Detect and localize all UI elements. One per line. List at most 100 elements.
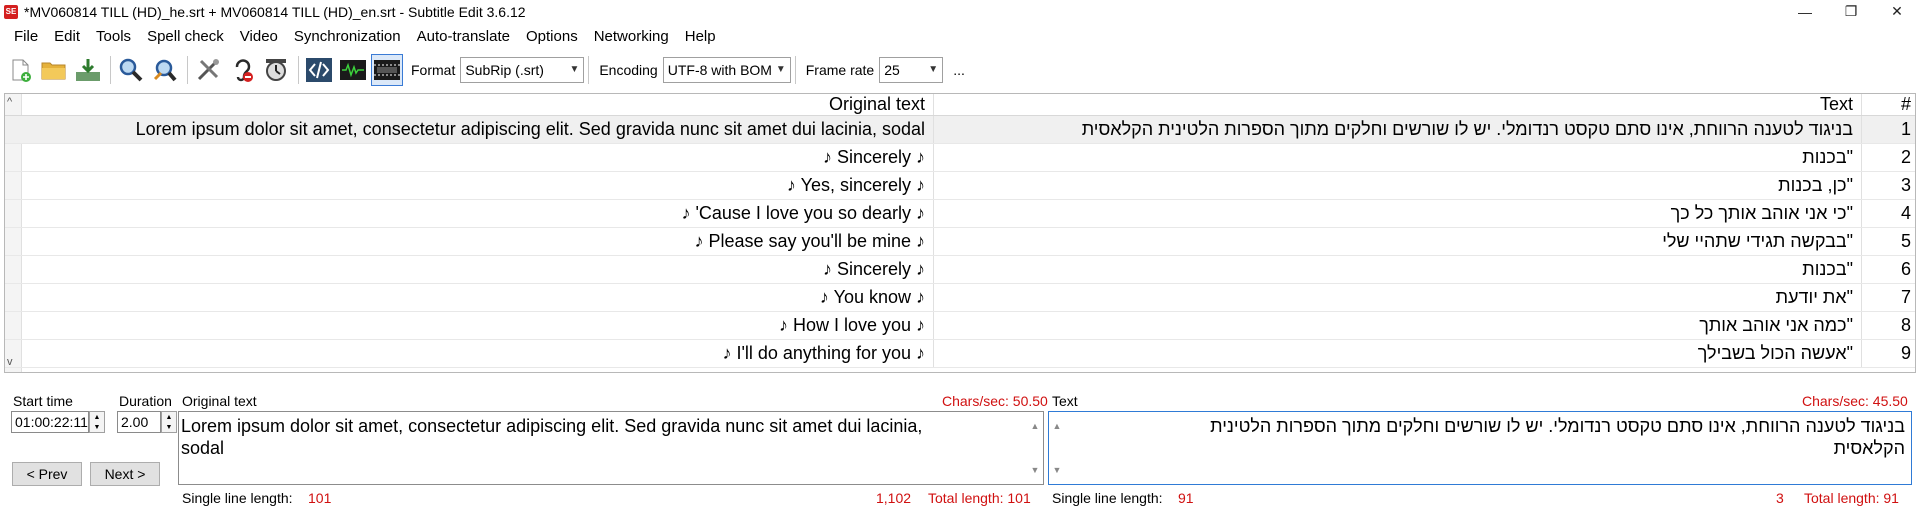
scroll-down-icon[interactable]: ▼	[1053, 459, 1062, 481]
toolbar-overflow-button[interactable]: ...	[953, 62, 965, 78]
chevron-down-icon: ▼	[569, 64, 580, 75]
original-single-line-value: 101	[308, 490, 332, 506]
text-single-line-value: 91	[1178, 490, 1194, 506]
row-text: "אעשה הכול בשבילך	[933, 340, 1859, 367]
toolbar-separator	[187, 56, 188, 84]
original-text-scrollbar[interactable]: ▲ ▼	[1027, 412, 1043, 484]
menu-help[interactable]: Help	[677, 28, 724, 45]
table-row[interactable]: ♪ I'll do anything for you ♪ "אעשה הכול ב…	[5, 340, 1915, 368]
start-time-label: Start time	[13, 393, 73, 409]
frame-rate-select[interactable]: 25 ▼	[879, 57, 944, 83]
menu-networking[interactable]: Networking	[586, 28, 677, 45]
table-row[interactable]: ♪ You know ♪ "את יודעת 7	[5, 284, 1915, 312]
table-row[interactable]: ♪ Sincerely ♪ "בכנות 2	[5, 144, 1915, 172]
waveform-icon[interactable]	[337, 54, 369, 86]
menu-auto-translate[interactable]: Auto-translate	[409, 28, 518, 45]
menu-bar: File Edit Tools Spell check Video Synchr…	[0, 25, 724, 47]
row-original-text: ♪ Yes, sincerely ♪	[786, 175, 925, 195]
original-line-lengths: 1,102	[876, 490, 912, 506]
prev-button[interactable]: < Prev	[12, 462, 82, 486]
text-line: בניגוד לטענה הרווחת, אינו סתם טקסט רנדומ…	[1210, 416, 1905, 436]
new-file-icon[interactable]	[4, 54, 36, 86]
row-number: 9	[1861, 340, 1915, 367]
start-time-stepper[interactable]: ▲ ▼	[89, 411, 105, 433]
scroll-down-icon[interactable]: ▼	[1031, 459, 1040, 481]
close-button[interactable]: ✕	[1874, 0, 1920, 23]
video-player-icon[interactable]	[371, 54, 403, 86]
row-text: "בכנות	[933, 256, 1859, 283]
toolbar-separator	[588, 56, 590, 84]
table-row[interactable]: ♪ 'Cause I love you so dearly ♪ "כי אני א…	[5, 200, 1915, 228]
encoding-label: Encoding	[599, 62, 658, 78]
table-row[interactable]: ♪ How I love you ♪ "כמה אני אוהב אותך 8	[5, 312, 1915, 340]
menu-spell-check[interactable]: Spell check	[139, 28, 232, 45]
toolbar-separator	[110, 56, 111, 84]
start-time-input[interactable]: 01:00:22:11	[11, 411, 89, 433]
minimize-button[interactable]: —	[1782, 0, 1828, 23]
toolbar-separator	[794, 56, 796, 84]
menu-tools[interactable]: Tools	[88, 28, 139, 45]
find-icon[interactable]	[115, 54, 147, 86]
duration-input[interactable]: 2.00	[117, 411, 161, 433]
save-download-icon[interactable]	[72, 54, 104, 86]
row-text: "את יודעת	[933, 284, 1859, 311]
list-header: Original text Text #	[5, 94, 1915, 116]
source-view-icon[interactable]	[303, 54, 335, 86]
row-number: 3	[1861, 172, 1915, 199]
row-original-text: ♪ How I love you ♪	[778, 315, 925, 335]
text-scrollbar[interactable]: ▲ ▼	[1049, 412, 1065, 484]
column-header-number[interactable]: #	[1861, 94, 1915, 115]
format-value: SubRip (.srt)	[465, 62, 544, 78]
duration-label: Duration	[119, 393, 172, 409]
table-row[interactable]: ♪ Sincerely ♪ "בכנות 6	[5, 256, 1915, 284]
menu-synchronization[interactable]: Synchronization	[286, 28, 409, 45]
replace-icon[interactable]	[149, 54, 181, 86]
toolbar-separator	[298, 56, 299, 84]
up-arrow-icon[interactable]: ▲	[94, 414, 101, 421]
duration-stepper[interactable]: ▲ ▼	[161, 411, 177, 433]
row-text: "כן, בכנות	[933, 172, 1859, 199]
scroll-up-icon[interactable]: ▲	[1053, 415, 1062, 437]
original-text-editor[interactable]: Lorem ipsum dolor sit amet, consectetur …	[178, 411, 1044, 485]
text-chars-per-sec: Chars/sec: 45.50	[1802, 393, 1908, 409]
fix-common-errors-icon[interactable]	[192, 54, 224, 86]
frame-rate-label: Frame rate	[805, 62, 875, 78]
app-logo-icon: SE	[4, 4, 18, 19]
menu-video[interactable]: Video	[232, 28, 286, 45]
frame-rate-value: 25	[884, 62, 900, 78]
row-number: 2	[1861, 144, 1915, 171]
row-number: 8	[1861, 312, 1915, 339]
menu-edit[interactable]: Edit	[46, 28, 88, 45]
down-arrow-icon[interactable]: ▼	[166, 424, 173, 431]
visual-sync-icon[interactable]	[260, 54, 292, 86]
format-select[interactable]: SubRip (.srt) ▼	[460, 57, 585, 83]
menu-options[interactable]: Options	[518, 28, 586, 45]
table-row[interactable]: ♪ Yes, sincerely ♪ "כן, בכנות 3	[5, 172, 1915, 200]
format-label: Format	[411, 62, 456, 78]
column-header-original-text[interactable]: Original text	[23, 94, 933, 115]
scroll-up-icon[interactable]: ▲	[1031, 415, 1040, 437]
row-original-text: ♪ 'Cause I love you so dearly ♪	[681, 203, 925, 223]
subtitle-list: ^ v Original text Text # Lorem ipsum dol…	[4, 93, 1916, 373]
open-folder-icon[interactable]	[38, 54, 70, 86]
row-original-text: ♪ I'll do anything for you ♪	[722, 343, 925, 363]
original-text-line: sodal	[181, 438, 225, 458]
row-text: בניגוד לטענה הרווחת, אינו סתם טקסט רנדומ…	[933, 116, 1859, 143]
up-arrow-icon[interactable]: ▲	[166, 414, 173, 421]
menu-file[interactable]: File	[6, 28, 46, 45]
row-original-text: ♪ You know ♪	[819, 287, 925, 307]
chevron-down-icon: ▼	[775, 64, 786, 75]
original-text-line: Lorem ipsum dolor sit amet, consectetur …	[181, 416, 923, 436]
table-row[interactable]: Lorem ipsum dolor sit amet, consectetur …	[5, 116, 1915, 144]
restore-button[interactable]: ❐	[1828, 0, 1874, 23]
encoding-select[interactable]: UTF-8 with BOM ▼	[662, 57, 791, 83]
table-row[interactable]: ♪ Please say you'll be mine ♪ "בבקשה תגיד…	[5, 228, 1915, 256]
row-original-text: ♪ Sincerely ♪	[822, 147, 925, 167]
row-original-text: ♪ Please say you'll be mine ♪	[694, 231, 925, 251]
remove-hearing-impaired-icon[interactable]	[226, 54, 258, 86]
column-header-text[interactable]: Text	[933, 94, 1859, 115]
text-editor[interactable]: בניגוד לטענה הרווחת, אינו סתם טקסט רנדומ…	[1048, 411, 1912, 485]
down-arrow-icon[interactable]: ▼	[94, 424, 101, 431]
original-text-label: Original text	[182, 393, 257, 409]
next-button[interactable]: Next >	[90, 462, 160, 486]
